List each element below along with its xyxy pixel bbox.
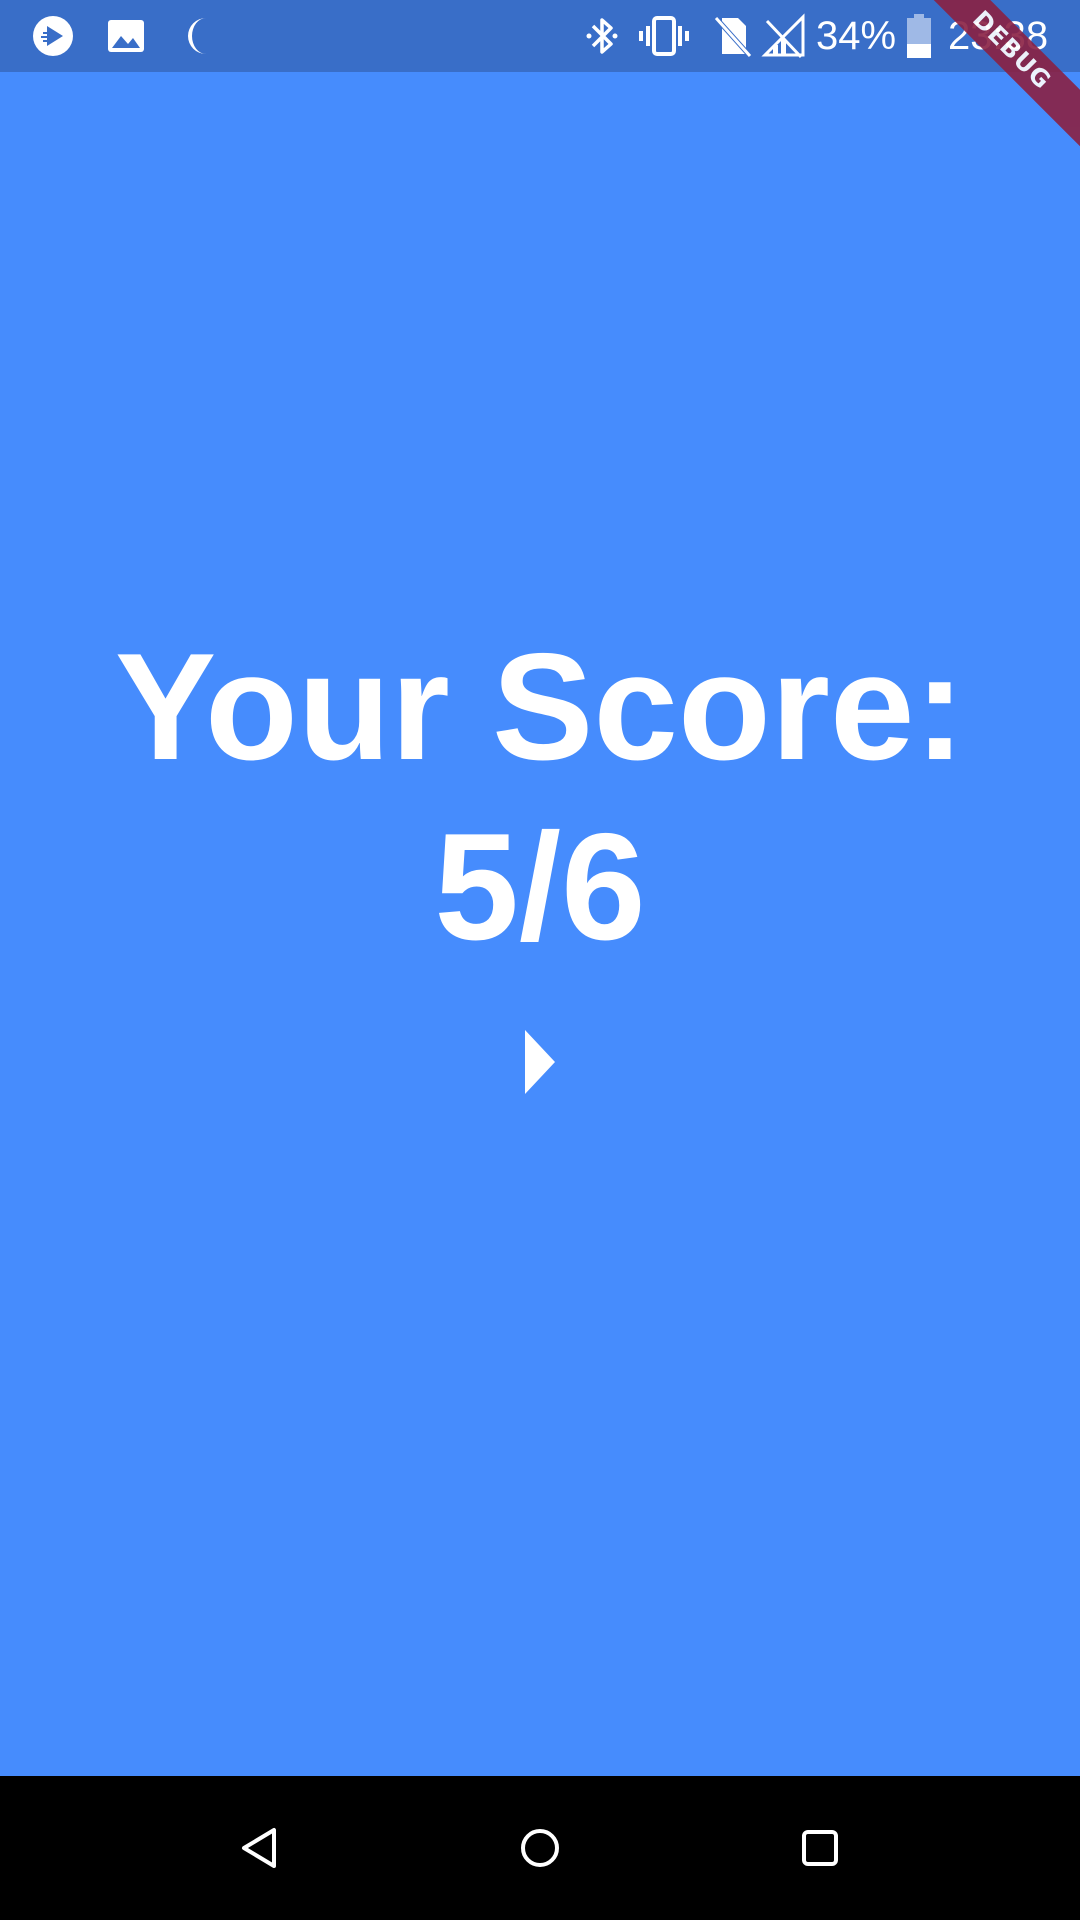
bluetooth-icon: [580, 0, 624, 72]
recents-icon: [802, 1830, 838, 1866]
score-value: 5/6: [434, 802, 646, 972]
image-icon: [104, 0, 148, 72]
no-sim-icon: [710, 0, 754, 72]
back-icon: [242, 1828, 276, 1868]
next-button[interactable]: [510, 1022, 570, 1102]
moon-icon: [180, 0, 220, 72]
play-store-icon: [30, 0, 76, 72]
main-content: Your Score: 5/6: [0, 72, 1080, 1776]
battery-percent: 34%: [816, 14, 897, 58]
home-icon: [521, 1829, 559, 1867]
back-button[interactable]: [200, 1776, 320, 1920]
vibrate-icon: [636, 0, 692, 72]
navigation-bar: [0, 1776, 1080, 1920]
app-screen: 34% 23:38 DEBUG Your Score: 5/6: [0, 0, 1080, 1920]
score-label: Your Score:: [114, 622, 966, 792]
score-display: Your Score: 5/6: [0, 617, 1080, 977]
home-button[interactable]: [480, 1776, 600, 1920]
no-signal-icon: [760, 0, 808, 72]
battery-icon: [904, 0, 934, 72]
play-arrow-icon: [525, 1030, 555, 1094]
recents-button[interactable]: [760, 1776, 880, 1920]
status-bar: 34% 23:38: [0, 0, 1080, 72]
